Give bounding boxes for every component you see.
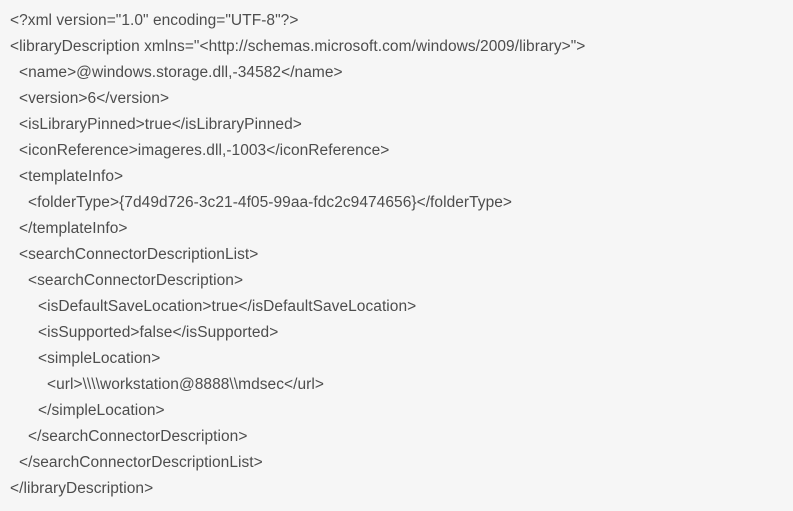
code-line: <libraryDescription xmlns="<http://schem… — [10, 38, 586, 55]
code-line: <version>6</version> — [19, 90, 170, 107]
code-line: <templateInfo> — [19, 168, 124, 185]
code-line: </libraryDescription> — [10, 480, 154, 497]
code-line: <searchConnectorDescriptionList> — [19, 246, 259, 263]
code-line: </simpleLocation> — [38, 402, 165, 419]
code-line: <iconReference>imageres.dll,-1003</iconR… — [19, 142, 390, 159]
code-line: </searchConnectorDescriptionList> — [19, 454, 263, 471]
code-line: <url>\\\\workstation@8888\\mdsec</url> — [47, 376, 324, 393]
code-line: <?xml version="1.0" encoding="UTF-8"?> — [10, 12, 299, 29]
code-line: </searchConnectorDescription> — [28, 428, 248, 445]
code-line: <simpleLocation> — [38, 350, 161, 367]
code-line: <isLibraryPinned>true</isLibraryPinned> — [19, 116, 302, 133]
code-line: <folderType>{7d49d726-3c21-4f05-99aa-fdc… — [28, 194, 513, 211]
code-line: <isSupported>false</isSupported> — [38, 324, 279, 341]
code-line: <searchConnectorDescription> — [28, 272, 244, 289]
code-line: </templateInfo> — [19, 220, 128, 237]
code-line: <name>@windows.storage.dll,-34582</name> — [19, 64, 343, 81]
xml-code-block: <?xml version="1.0" encoding="UTF-8"?> <… — [0, 0, 793, 511]
code-line: <isDefaultSaveLocation>true</isDefaultSa… — [38, 298, 417, 315]
